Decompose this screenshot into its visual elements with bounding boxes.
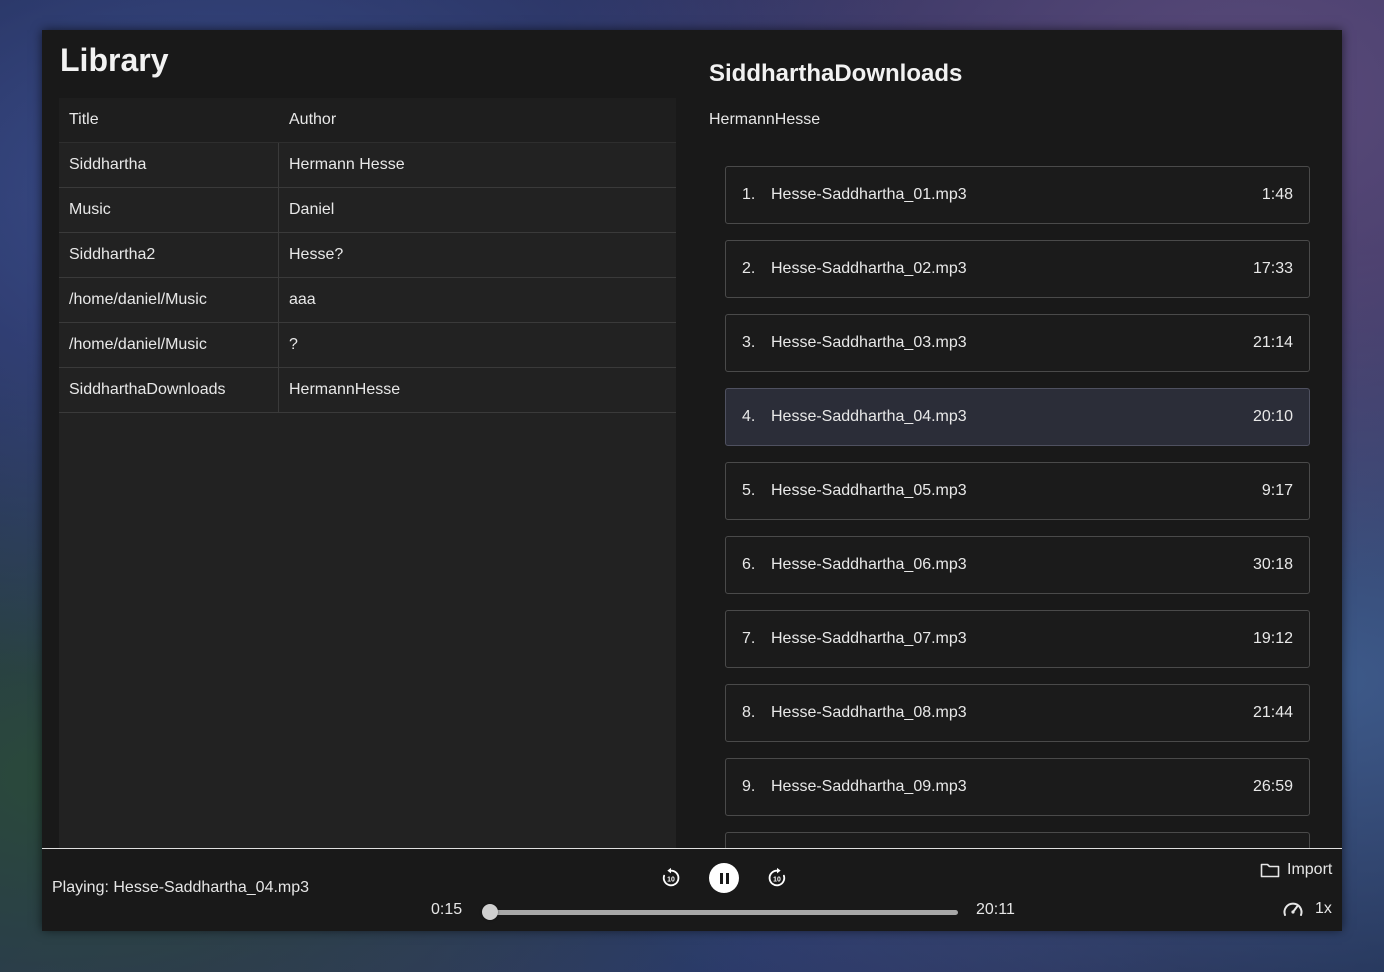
track-item[interactable]: 7. Hesse-Saddhartha_07.mp3 19:12 (725, 610, 1310, 668)
library-cell-author: ? (289, 336, 298, 353)
track-item[interactable] (725, 832, 1310, 849)
library-title: Library (60, 42, 169, 78)
folder-icon (1260, 863, 1280, 878)
track-duration: 26:59 (1252, 778, 1293, 795)
track-number: 9. (742, 778, 756, 795)
library-cell-title: Music (59, 188, 279, 232)
current-time: 0:15 (431, 901, 463, 918)
book-title: SiddharthaDownloads (709, 60, 963, 87)
library-table-header: Title Author (59, 98, 676, 143)
column-header-author[interactable]: Author (279, 98, 676, 142)
library-row[interactable]: /home/daniel/Music aaa (59, 278, 676, 323)
library-cell-author: aaa (289, 291, 316, 308)
player-bar: Playing: Hesse-Saddhartha_04.mp3 10 10 0… (42, 848, 1342, 931)
total-time: 20:11 (976, 901, 1015, 918)
track-duration: 9:17 (1261, 482, 1293, 499)
track-item-active[interactable]: 4. Hesse-Saddhartha_04.mp3 20:10 (725, 388, 1310, 446)
track-item[interactable]: 1. Hesse-Saddhartha_01.mp3 1:48 (725, 166, 1310, 224)
track-name: Hesse-Saddhartha_06.mp3 (771, 556, 967, 573)
replay-10-icon: 10 (662, 867, 680, 887)
track-item[interactable]: 2. Hesse-Saddhartha_02.mp3 17:33 (725, 240, 1310, 298)
now-playing-label: Playing: Hesse-Saddhartha_04.mp3 (52, 879, 310, 896)
speed-label: 1x (1315, 900, 1332, 917)
library-row[interactable]: SiddharthaDownloads HermannHesse (59, 368, 676, 413)
speedometer-icon (1283, 902, 1303, 916)
track-number: 2. (742, 260, 756, 277)
svg-text:10: 10 (667, 877, 675, 884)
library-cell-title: Siddhartha (59, 143, 279, 187)
library-row[interactable]: Music Daniel (59, 188, 676, 233)
progress-slider-thumb[interactable] (481, 904, 498, 920)
track-number: 5. (742, 482, 756, 499)
track-duration: 21:44 (1252, 704, 1293, 721)
track-item[interactable]: 6. Hesse-Saddhartha_06.mp3 30:18 (725, 536, 1310, 594)
library-cell-author: Daniel (289, 201, 335, 218)
library-cell-title: SiddharthaDownloads (59, 368, 279, 412)
column-header-title[interactable]: Title (59, 98, 279, 142)
library-cell-author: HermannHesse (289, 381, 401, 398)
book-author: HermannHesse (709, 111, 821, 128)
track-number: 8. (742, 704, 756, 721)
track-item[interactable]: 5. Hesse-Saddhartha_05.mp3 9:17 (725, 462, 1310, 520)
track-name: Hesse-Saddhartha_09.mp3 (771, 778, 967, 795)
track-item[interactable]: 3. Hesse-Saddhartha_03.mp3 21:14 (725, 314, 1310, 372)
rewind-10-button[interactable]: 10 (656, 863, 686, 893)
library-cell-title: /home/daniel/Music (59, 278, 279, 322)
app-window: Library Title Author Siddhartha Hermann … (42, 30, 1342, 931)
pause-icon (719, 872, 723, 884)
track-number: 7. (742, 630, 756, 647)
import-button[interactable]: Import (1260, 861, 1332, 879)
track-duration: 1:48 (1261, 186, 1293, 203)
library-row[interactable]: Siddhartha Hermann Hesse (59, 143, 676, 188)
track-number: 3. (742, 334, 756, 351)
library-row[interactable]: /home/daniel/Music ? (59, 323, 676, 368)
track-number: 4. (742, 408, 756, 425)
forward-10-button[interactable]: 10 (762, 863, 792, 893)
track-name: Hesse-Saddhartha_04.mp3 (771, 408, 967, 425)
track-duration: 19:12 (1252, 630, 1293, 647)
track-duration: 21:14 (1252, 334, 1293, 351)
track-list[interactable]: 1. Hesse-Saddhartha_01.mp3 1:48 2. Hesse… (725, 166, 1310, 849)
track-number: 1. (742, 186, 756, 203)
library-cell-author: Hesse? (289, 246, 344, 263)
track-name: Hesse-Saddhartha_03.mp3 (771, 334, 967, 351)
track-number: 6. (742, 556, 756, 573)
svg-text:10: 10 (773, 877, 781, 884)
library-cell-title: Siddhartha2 (59, 233, 279, 277)
import-label: Import (1287, 861, 1333, 878)
library-row[interactable]: Siddhartha2 Hesse? (59, 233, 676, 278)
library-cell-author: Hermann Hesse (289, 156, 405, 173)
library-table: Title Author Siddhartha Hermann Hesse Mu… (59, 98, 676, 848)
forward-10-icon: 10 (768, 867, 786, 887)
playback-speed-button[interactable]: 1x (1282, 899, 1332, 919)
track-duration: 30:18 (1252, 556, 1293, 573)
track-name: Hesse-Saddhartha_05.mp3 (771, 482, 967, 499)
track-name: Hesse-Saddhartha_01.mp3 (771, 186, 967, 203)
progress-slider[interactable] (484, 910, 958, 915)
track-name: Hesse-Saddhartha_07.mp3 (771, 630, 967, 647)
track-name: Hesse-Saddhartha_02.mp3 (771, 260, 967, 277)
library-cell-title: /home/daniel/Music (59, 323, 279, 367)
track-item[interactable]: 8. Hesse-Saddhartha_08.mp3 21:44 (725, 684, 1310, 742)
track-item[interactable]: 9. Hesse-Saddhartha_09.mp3 26:59 (725, 758, 1310, 816)
play-pause-button[interactable] (709, 863, 739, 893)
track-duration: 17:33 (1252, 260, 1293, 277)
track-name: Hesse-Saddhartha_08.mp3 (771, 704, 967, 721)
track-duration: 20:10 (1252, 408, 1293, 425)
